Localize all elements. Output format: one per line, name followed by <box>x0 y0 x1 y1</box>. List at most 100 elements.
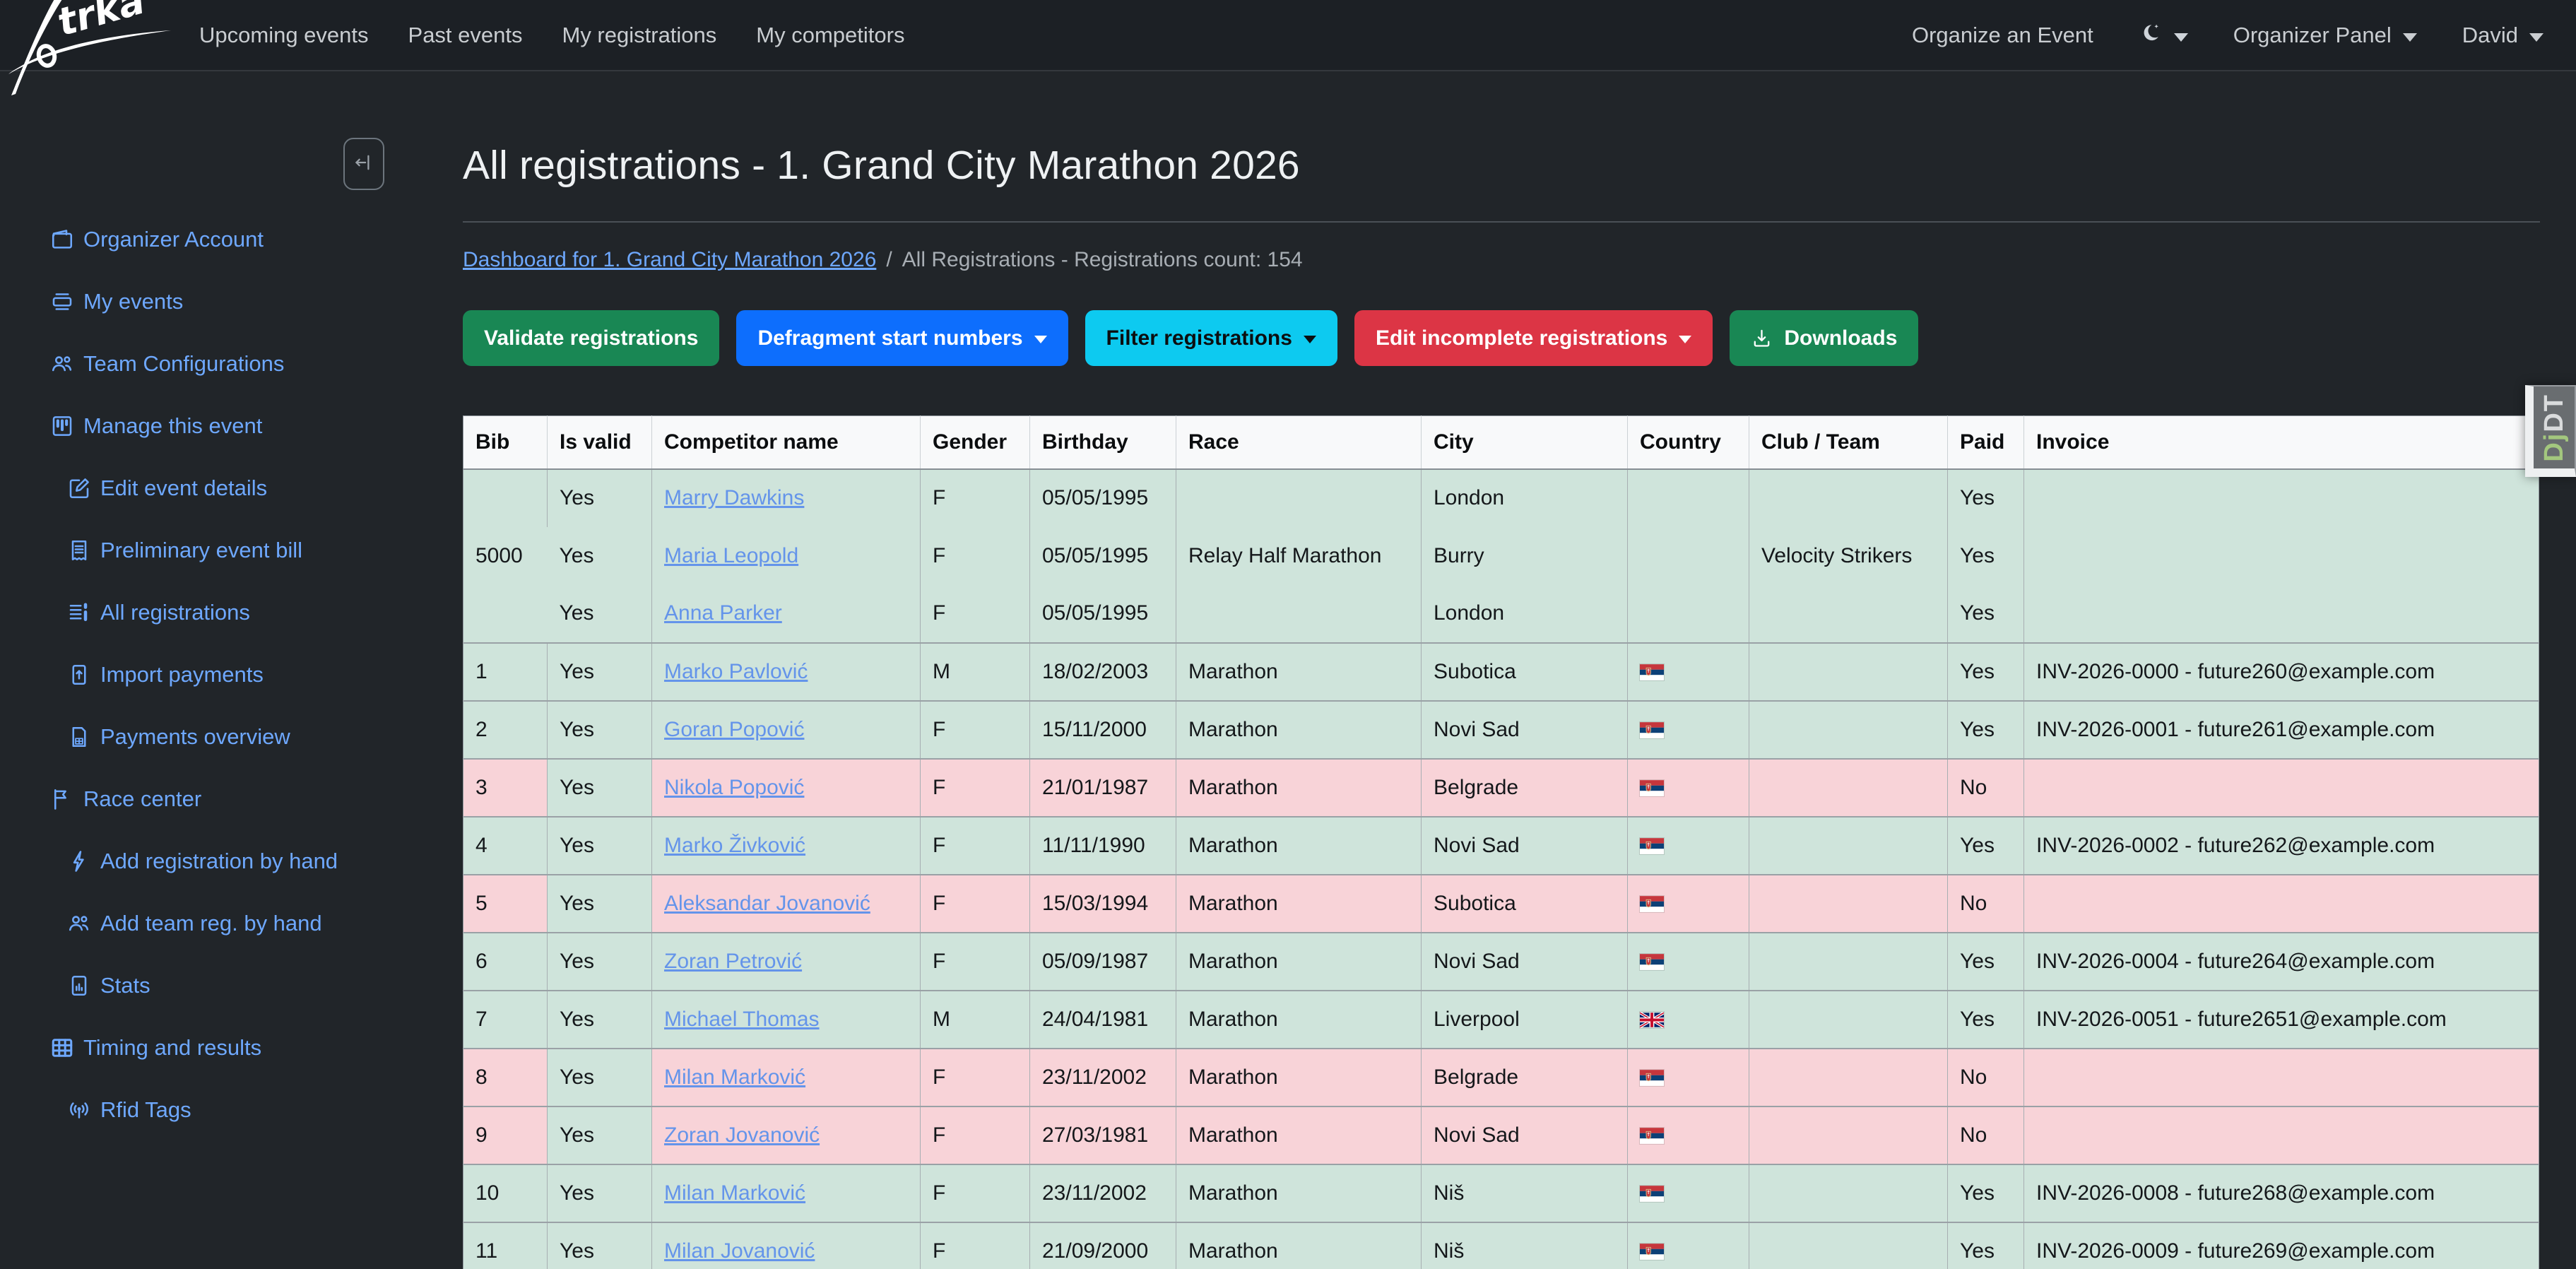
competitor-link[interactable]: Michael Thomas <box>664 1008 820 1031</box>
main-nav-links: Upcoming events Past events My registratio… <box>199 23 904 48</box>
payments-icon <box>66 724 92 750</box>
djdt-label: DjDT <box>2539 394 2570 462</box>
club-team-cell <box>1749 1164 1948 1222</box>
sidebar-item-preliminary-event-bill[interactable]: Preliminary event bill <box>0 519 404 582</box>
sidebar-item-add-registration-by-hand[interactable]: Add registration by hand <box>0 830 404 892</box>
svg-text:trka: trka <box>52 0 149 45</box>
nav-link-upcoming-events[interactable]: Upcoming events <box>199 23 369 48</box>
competitor-link[interactable]: Milan Marković <box>664 1066 805 1089</box>
nav-link-my-competitors[interactable]: My competitors <box>756 23 904 48</box>
is-valid-cell: Yes <box>548 933 652 991</box>
sidebar-item-edit-event-details[interactable]: Edit event details <box>0 457 404 519</box>
competitor-name-cell: Anna Parker <box>652 585 921 643</box>
club-team-cell <box>1749 643 1948 701</box>
club-team-cell <box>1749 875 1948 933</box>
sidebar-item-payments-overview[interactable]: Payments overview <box>0 706 404 768</box>
organize-event-link[interactable]: Organize an Event <box>1912 23 2093 48</box>
defragment-start-numbers-button[interactable]: Defragment start numbers <box>736 310 1068 366</box>
club-team-cell <box>1749 701 1948 759</box>
competitor-link[interactable]: Anna Parker <box>664 601 782 625</box>
bib-cell: 5000 <box>463 469 548 643</box>
team-registration-row: 5000YesMarry DawkinsF05/05/1995Relay Hal… <box>463 469 2539 527</box>
nav-link-past-events[interactable]: Past events <box>408 23 523 48</box>
birthday-cell: 21/01/1987 <box>1030 759 1176 817</box>
birthday-cell: 11/11/1990 <box>1030 817 1176 875</box>
country-flag-rs-icon <box>1640 838 1664 854</box>
sidebar-item-stats[interactable]: Stats <box>0 955 404 1017</box>
sidebar-item-label: All registrations <box>100 600 250 625</box>
competitor-link[interactable]: Goran Popović <box>664 718 804 741</box>
competitor-link[interactable]: Maria Leopold <box>664 544 798 567</box>
competitor-link[interactable]: Marko Pavlović <box>664 660 808 683</box>
race-cell: Marathon <box>1176 643 1422 701</box>
competitor-link[interactable]: Marry Dawkins <box>664 486 804 509</box>
sidebar-item-label: Payments overview <box>100 724 290 750</box>
sidebar-item-import-payments[interactable]: Import payments <box>0 644 404 706</box>
user-menu-dropdown[interactable]: David <box>2462 23 2543 48</box>
registration-row: 2YesGoran PopovićF15/11/2000MarathonNovi… <box>463 701 2539 759</box>
competitor-link[interactable]: Milan Marković <box>664 1181 805 1205</box>
button-label: Validate registrations <box>484 326 698 350</box>
competitor-link[interactable]: Marko Živković <box>664 834 805 857</box>
sidebar-item-timing-and-results[interactable]: Timing and results <box>0 1017 404 1079</box>
nav-link-my-registrations[interactable]: My registrations <box>562 23 717 48</box>
sidebar-item-manage-this-event[interactable]: Manage this event <box>0 395 404 457</box>
city-cell: Niš <box>1422 1164 1628 1222</box>
trka-logo[interactable]: trka <box>0 0 178 71</box>
sidebar-item-rfid-tags[interactable]: Rfid Tags <box>0 1079 404 1141</box>
country-cell <box>1628 643 1749 701</box>
bib-cell: 3 <box>463 759 548 817</box>
country-cell <box>1628 1049 1749 1106</box>
bib-cell: 10 <box>463 1164 548 1222</box>
birthday-cell: 05/05/1995 <box>1030 585 1176 643</box>
competitor-link[interactable]: Zoran Petrović <box>664 950 802 973</box>
country-flag-rs-icon <box>1640 1244 1664 1260</box>
sidebar-item-all-registrations[interactable]: All registrations <box>0 582 404 644</box>
sidebar-item-organizer-account[interactable]: Organizer Account <box>0 208 404 271</box>
chevron-down-icon <box>2403 33 2417 42</box>
country-cell <box>1628 759 1749 817</box>
sidebar-item-race-center[interactable]: Race center <box>0 768 404 830</box>
sidebar-item-add-team-reg-by-hand[interactable]: Add team reg. by hand <box>0 892 404 955</box>
club-team-cell <box>1749 991 1948 1049</box>
registration-row: 4YesMarko ŽivkovićF11/11/1990MarathonNov… <box>463 817 2539 875</box>
country-cell <box>1628 875 1749 933</box>
competitor-link[interactable]: Milan Jovanović <box>664 1239 815 1263</box>
sidebar-item-label: Add team reg. by hand <box>100 911 322 936</box>
theme-dropdown[interactable] <box>2139 22 2188 48</box>
gender-cell: M <box>921 643 1030 701</box>
trka-logo-icon: trka <box>3 0 179 98</box>
flag-icon <box>49 786 75 812</box>
validate-registrations-button[interactable]: Validate registrations <box>463 310 719 366</box>
bib-cell: 11 <box>463 1222 548 1269</box>
moon-icon <box>2139 22 2161 48</box>
competitor-name-cell: Marry Dawkins <box>652 469 921 527</box>
birthday-cell: 23/11/2002 <box>1030 1049 1176 1106</box>
gender-cell: F <box>921 469 1030 527</box>
bib-cell: 1 <box>463 643 548 701</box>
competitor-link[interactable]: Zoran Jovanović <box>664 1123 820 1147</box>
birthday-cell: 27/03/1981 <box>1030 1106 1176 1164</box>
sidebar-item-my-events[interactable]: My events <box>0 271 404 333</box>
organizer-panel-dropdown[interactable]: Organizer Panel <box>2233 23 2417 48</box>
competitor-link[interactable]: Aleksandar Jovanović <box>664 892 870 915</box>
breadcrumb-dashboard-link[interactable]: Dashboard for 1. Grand City Marathon 202… <box>463 248 876 272</box>
collapse-sidebar-button[interactable] <box>343 138 384 190</box>
top-navbar: trka Upcoming events Past events My regist… <box>0 0 2576 71</box>
downloads-button[interactable]: Downloads <box>1730 310 1918 366</box>
edit-incomplete-registrations-button[interactable]: Edit incomplete registrations <box>1354 310 1713 366</box>
sidebar-item-label: Preliminary event bill <box>100 538 302 563</box>
club-team-cell <box>1749 1222 1948 1269</box>
django-debug-toolbar-handle[interactable]: DjDT <box>2525 385 2576 477</box>
button-label: Downloads <box>1784 326 1897 350</box>
is-valid-cell: Yes <box>548 469 652 527</box>
competitor-link[interactable]: Nikola Popović <box>664 776 804 799</box>
race-cell: Marathon <box>1176 1049 1422 1106</box>
country-flag-rs-icon <box>1640 664 1664 680</box>
birthday-cell: 05/05/1995 <box>1030 527 1176 585</box>
sidebar-item-team-configurations[interactable]: Team Configurations <box>0 333 404 395</box>
registration-row: 9YesZoran JovanovićF27/03/1981MarathonNo… <box>463 1106 2539 1164</box>
filter-registrations-button[interactable]: Filter registrations <box>1085 310 1337 366</box>
paid-cell: No <box>1948 1106 2024 1164</box>
competitor-name-cell: Maria Leopold <box>652 527 921 585</box>
